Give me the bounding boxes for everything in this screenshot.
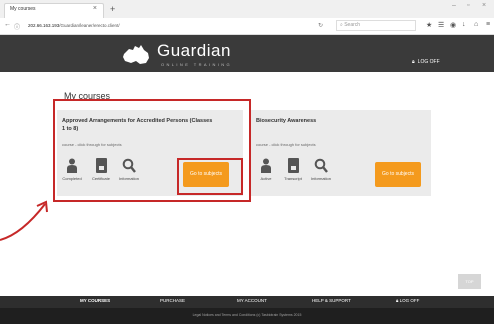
menu-icon[interactable]: ≡ bbox=[486, 21, 490, 28]
back-icon[interactable]: ← bbox=[4, 21, 11, 28]
course-title-line1: Biosecurity Awareness bbox=[256, 118, 317, 124]
transcript-action[interactable]: Transcript bbox=[281, 158, 305, 181]
course-subtitle: course - click through for subjects bbox=[256, 142, 316, 147]
brand-name: Guardian bbox=[157, 41, 231, 60]
info-icon[interactable]: ⓘ bbox=[14, 22, 20, 31]
search-icon: ⌕ bbox=[340, 22, 343, 28]
footer-purchase-link[interactable]: PURCHASE bbox=[160, 298, 185, 303]
shield-icon[interactable]: ◉ bbox=[450, 21, 456, 29]
header-logoff-link[interactable]: 🔒︎ LOG OFF bbox=[412, 59, 440, 65]
footer-my-courses-link[interactable]: MY COURSES bbox=[80, 298, 110, 303]
active-action[interactable]: Active bbox=[254, 158, 278, 181]
address-bar: ← ⓘ 202.66.163.193/Guardian/leaner/erect… bbox=[0, 18, 494, 35]
tab-title: My courses bbox=[10, 6, 36, 12]
search-placeholder: Search bbox=[344, 22, 361, 28]
scroll-top-button[interactable]: TOP bbox=[458, 274, 481, 289]
site-header: Guardian ONLINE TRAINING 🔒︎ LOG OFF bbox=[0, 35, 494, 72]
download-icon[interactable]: ↓ bbox=[462, 21, 466, 28]
url-path: /Guardian/leaner/erecto.client/ bbox=[59, 23, 120, 28]
footer-logoff-link[interactable]: 🔒︎ LOG OFF bbox=[396, 298, 419, 303]
annotation-arrow-icon bbox=[0, 200, 48, 241]
course-title[interactable]: Biosecurity Awareness bbox=[256, 118, 316, 126]
footer-logoff-label: LOG OFF bbox=[399, 298, 420, 303]
reload-icon[interactable]: ↻ bbox=[318, 22, 323, 29]
lock-icon: 🔒︎ bbox=[412, 59, 415, 65]
footer-nav: MY COURSES PURCHASE MY ACCOUNT HELP & SU… bbox=[0, 296, 494, 308]
close-window-icon[interactable]: × bbox=[482, 2, 486, 9]
search-input[interactable]: ⌕ Search bbox=[336, 20, 416, 31]
minimize-icon[interactable]: – bbox=[452, 2, 456, 9]
reading-list-icon[interactable]: ☰ bbox=[438, 21, 444, 29]
footer-help-support-link[interactable]: HELP & SUPPORT bbox=[312, 298, 351, 303]
legal-notice[interactable]: Legal Notices and Terms and Conditions (… bbox=[0, 308, 494, 324]
url-field[interactable]: 202.66.163.193/Guardian/leaner/erecto.cl… bbox=[28, 20, 328, 31]
magnifier-icon bbox=[314, 158, 328, 173]
course-card: Biosecurity Awareness course - click thr… bbox=[251, 110, 431, 196]
header-logoff-label: LOG OFF bbox=[417, 59, 440, 65]
tab-close-icon[interactable]: × bbox=[93, 5, 97, 12]
browser-tab-bar: My courses × + – ▫ × bbox=[0, 0, 494, 18]
new-tab-icon[interactable]: + bbox=[110, 4, 115, 14]
go-to-subjects-button[interactable]: Go to subjects bbox=[375, 162, 421, 187]
bookmark-star-icon[interactable]: ★ bbox=[426, 21, 432, 29]
footer-my-account-link[interactable]: MY ACCOUNT bbox=[237, 298, 267, 303]
person-icon bbox=[261, 158, 271, 173]
browser-tab[interactable]: My courses × bbox=[4, 3, 104, 18]
information-label: Information bbox=[310, 176, 331, 181]
home-icon[interactable]: ⌂ bbox=[474, 21, 478, 28]
maximize-icon[interactable]: ▫ bbox=[467, 2, 469, 9]
button-highlight-box bbox=[177, 158, 243, 195]
information-action[interactable]: Information bbox=[309, 158, 333, 181]
active-label: Active bbox=[260, 176, 272, 181]
transcript-icon bbox=[287, 158, 299, 173]
url-host: 202.66.163.193 bbox=[28, 23, 60, 28]
australia-logo-icon bbox=[123, 45, 149, 64]
transcript-label: Transcript bbox=[284, 176, 302, 181]
brand-tagline: ONLINE TRAINING bbox=[161, 62, 233, 67]
